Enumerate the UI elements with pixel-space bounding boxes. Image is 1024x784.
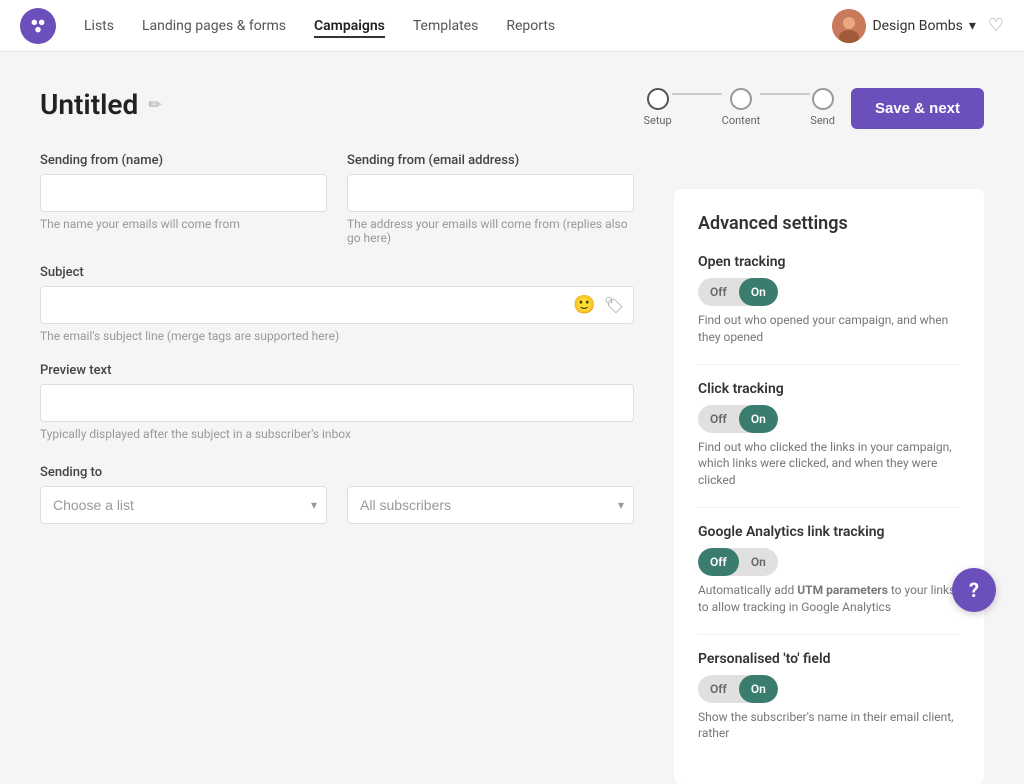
advanced-settings-panel: Advanced settings Open tracking Off On F…	[674, 189, 984, 784]
step-content-circle	[730, 88, 752, 110]
nav-lists[interactable]: Lists	[84, 14, 114, 38]
save-next-button[interactable]: Save & next	[851, 88, 984, 129]
sending-to-selects: Choose a list ▾ All subscribers ▾	[40, 486, 634, 524]
page-title-row: Untitled ✏	[40, 88, 634, 121]
step-setup-label: Setup	[643, 114, 671, 127]
sending-from-row: Sending from (name) The name your emails…	[40, 153, 634, 245]
all-subscribers-wrapper: All subscribers ▾	[347, 486, 634, 524]
divider-1	[698, 364, 960, 365]
step-send-circle	[812, 88, 834, 110]
user-name: Design Bombs	[872, 18, 962, 34]
sending-from-name-group: Sending from (name) The name your emails…	[40, 153, 327, 245]
advanced-settings-title: Advanced settings	[698, 213, 960, 234]
step-line-2	[760, 93, 810, 95]
ga-tracking-on[interactable]: On	[739, 548, 778, 576]
open-tracking-label: Open tracking	[698, 254, 960, 270]
user-menu[interactable]: Design Bombs ▾	[832, 9, 975, 43]
step-content: Content	[722, 88, 761, 127]
preview-text-group: Preview text Typically displayed after t…	[40, 363, 634, 441]
ga-tracking-hint: Automatically add UTM parameters to your…	[698, 582, 960, 616]
step-line-1	[672, 93, 722, 95]
sending-from-email-hint: The address your emails will come from (…	[347, 217, 634, 245]
sending-from-name-hint: The name your emails will come from	[40, 217, 327, 231]
main-content: Untitled ✏ Sending from (name) The name …	[0, 52, 1024, 784]
divider-2	[698, 507, 960, 508]
sending-to-group: Sending to Choose a list ▾ All subscribe…	[40, 465, 634, 524]
ga-tracking-off[interactable]: Off	[698, 548, 739, 576]
sending-to-label: Sending to	[40, 465, 634, 480]
nav-right: Design Bombs ▾ ♡	[832, 9, 1004, 43]
nav-links: Lists Landing pages & forms Campaigns Te…	[84, 14, 804, 38]
subject-wrapper: 🙂 🏷	[40, 286, 634, 324]
chevron-down-icon: ▾	[969, 18, 976, 34]
personalised-to-label: Personalised 'to' field	[698, 651, 960, 667]
open-tracking-hint: Find out who opened your campaign, and w…	[698, 312, 960, 346]
click-tracking-off[interactable]: Off	[698, 405, 739, 433]
nav-templates[interactable]: Templates	[413, 14, 479, 38]
emoji-icon[interactable]: 🙂	[573, 295, 595, 316]
step-setup: Setup	[643, 88, 671, 127]
preview-text-label: Preview text	[40, 363, 634, 378]
sending-from-name-label: Sending from (name)	[40, 153, 327, 168]
preview-text-hint: Typically displayed after the subject in…	[40, 427, 634, 441]
ga-tracking-toggle[interactable]: Off On	[698, 548, 778, 576]
ga-tracking-label: Google Analytics link tracking	[698, 524, 960, 540]
open-tracking-setting: Open tracking Off On Find out who opened…	[698, 254, 960, 346]
favorites-icon[interactable]: ♡	[988, 15, 1004, 36]
personalised-to-off[interactable]: Off	[698, 675, 739, 703]
step-content-label: Content	[722, 114, 761, 127]
click-tracking-setting: Click tracking Off On Find out who click…	[698, 381, 960, 489]
right-panel: Setup Content Send Save & next Advanced …	[674, 88, 984, 784]
sending-from-name-input[interactable]	[40, 174, 327, 212]
step-setup-circle	[647, 88, 669, 110]
utm-bold: UTM parameters	[797, 583, 888, 597]
edit-title-icon[interactable]: ✏	[148, 95, 161, 114]
personalised-to-hint: Show the subscriber's name in their emai…	[698, 709, 960, 743]
personalised-to-setting: Personalised 'to' field Off On Show the …	[698, 651, 960, 743]
sending-from-email-input[interactable]	[347, 174, 634, 212]
nav-landing-pages[interactable]: Landing pages & forms	[142, 14, 286, 38]
open-tracking-on[interactable]: On	[739, 278, 778, 306]
choose-list-select[interactable]: Choose a list	[40, 486, 327, 524]
choose-list-wrapper: Choose a list ▾	[40, 486, 327, 524]
nav-campaigns[interactable]: Campaigns	[314, 14, 385, 38]
page-title: Untitled	[40, 88, 138, 121]
click-tracking-hint: Find out who clicked the links in your c…	[698, 439, 960, 489]
subject-input[interactable]	[40, 286, 634, 324]
steps-container: Setup Content Send	[643, 88, 835, 127]
click-tracking-label: Click tracking	[698, 381, 960, 397]
step-send: Send	[810, 88, 835, 127]
help-button[interactable]: ?	[952, 568, 996, 612]
open-tracking-off[interactable]: Off	[698, 278, 739, 306]
subject-group: Subject 🙂 🏷 The email's subject line (me…	[40, 265, 634, 343]
sending-from-email-group: Sending from (email address) The address…	[347, 153, 634, 245]
open-tracking-toggle[interactable]: Off On	[698, 278, 778, 306]
subject-label: Subject	[40, 265, 634, 280]
nav-reports[interactable]: Reports	[506, 14, 555, 38]
steps-area: Setup Content Send Save & next	[674, 88, 984, 129]
personalised-to-on[interactable]: On	[739, 675, 778, 703]
click-tracking-on[interactable]: On	[739, 405, 778, 433]
tag-icon[interactable]: 🏷	[604, 296, 624, 315]
all-subscribers-select[interactable]: All subscribers	[347, 486, 634, 524]
preview-text-input[interactable]	[40, 384, 634, 422]
sending-from-email-label: Sending from (email address)	[347, 153, 634, 168]
divider-3	[698, 634, 960, 635]
subject-hint: The email's subject line (merge tags are…	[40, 329, 634, 343]
avatar	[832, 9, 866, 43]
app-logo[interactable]	[20, 8, 56, 44]
subject-icons: 🙂 🏷	[573, 295, 624, 316]
left-panel: Untitled ✏ Sending from (name) The name …	[40, 88, 674, 784]
click-tracking-toggle[interactable]: Off On	[698, 405, 778, 433]
step-send-label: Send	[810, 114, 835, 127]
personalised-to-toggle[interactable]: Off On	[698, 675, 778, 703]
ga-tracking-setting: Google Analytics link tracking Off On Au…	[698, 524, 960, 616]
top-navigation: Lists Landing pages & forms Campaigns Te…	[0, 0, 1024, 52]
